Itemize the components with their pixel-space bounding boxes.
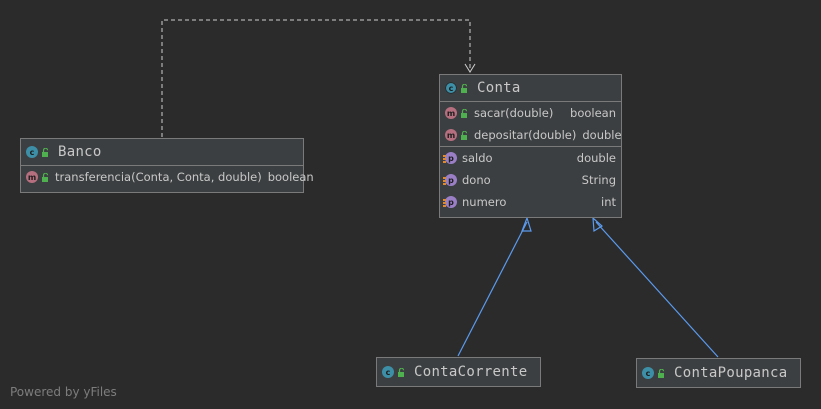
property-badge: p bbox=[445, 152, 457, 164]
property-name: saldo bbox=[462, 151, 493, 165]
edge-contacorrente-to-conta bbox=[457, 221, 528, 357]
class-header-conta: c Conta bbox=[440, 75, 621, 102]
yfiles-watermark: Powered by yFiles bbox=[10, 385, 117, 399]
method-row[interactable]: m sacar(double) boolean bbox=[440, 102, 621, 124]
field-marker-icon bbox=[443, 155, 446, 163]
property-type: String bbox=[581, 173, 616, 187]
method-return-type: double bbox=[582, 128, 622, 142]
class-name-contapoupanca: ContaPoupanca bbox=[674, 365, 788, 381]
method-icon: m bbox=[445, 107, 457, 119]
property-badge: p bbox=[445, 174, 457, 186]
property-icon: p bbox=[443, 152, 457, 164]
property-icon: p bbox=[443, 174, 457, 186]
class-name-conta: Conta bbox=[477, 80, 521, 96]
method-icon: m bbox=[445, 129, 457, 141]
property-row[interactable]: p saldo double bbox=[440, 147, 621, 169]
public-lock-icon bbox=[461, 130, 468, 140]
edge-contacorrente-to-conta-arrowhead bbox=[521, 216, 532, 232]
methods-section-conta: m sacar(double) boolean m depositar(doub… bbox=[440, 102, 622, 147]
class-node-contacorrente[interactable]: c ContaCorrente bbox=[376, 357, 541, 387]
field-marker-icon bbox=[443, 199, 446, 207]
class-header-contacorrente: c ContaCorrente bbox=[377, 358, 540, 386]
method-name: depositar(double) bbox=[474, 128, 577, 142]
edge-contapoupanca-to-conta bbox=[595, 221, 719, 358]
property-badge: p bbox=[445, 196, 457, 208]
method-name: transferencia(Conta, Conta, double) bbox=[55, 170, 262, 184]
class-icon: c bbox=[642, 367, 654, 379]
edge-banco-to-conta bbox=[161, 19, 471, 137]
property-name: numero bbox=[462, 195, 507, 209]
property-icon: p bbox=[443, 196, 457, 208]
diagram-canvas: c Banco m transferencia(Conta, Conta, do… bbox=[0, 0, 821, 409]
method-return-type: boolean bbox=[570, 106, 616, 120]
public-lock-icon bbox=[461, 108, 468, 118]
method-row[interactable]: m transferencia(Conta, Conta, double) bo… bbox=[21, 166, 314, 188]
public-lock-icon bbox=[398, 367, 405, 377]
class-node-conta[interactable]: c Conta m sacar(double) boolean m deposi… bbox=[439, 74, 622, 218]
public-lock-icon bbox=[461, 83, 468, 93]
methods-section-banco: m transferencia(Conta, Conta, double) bo… bbox=[21, 166, 314, 188]
edges-layer bbox=[161, 19, 719, 358]
class-name-banco: Banco bbox=[58, 144, 102, 160]
method-return-type: boolean bbox=[267, 170, 314, 184]
public-lock-icon bbox=[658, 368, 665, 378]
class-header-banco: c Banco bbox=[21, 139, 303, 166]
class-icon: c bbox=[26, 146, 38, 158]
public-lock-icon bbox=[42, 172, 49, 182]
public-lock-icon bbox=[42, 147, 49, 157]
property-type: double bbox=[576, 151, 616, 165]
properties-section-conta: p saldo double p dono String p numero in… bbox=[440, 147, 621, 213]
class-icon: c bbox=[382, 366, 394, 378]
property-row[interactable]: p dono String bbox=[440, 169, 621, 191]
class-node-contapoupanca[interactable]: c ContaPoupanca bbox=[636, 358, 801, 388]
field-marker-icon bbox=[443, 177, 446, 185]
property-name: dono bbox=[462, 173, 491, 187]
method-name: sacar(double) bbox=[474, 106, 554, 120]
method-row[interactable]: m depositar(double) double bbox=[440, 124, 622, 146]
property-row[interactable]: p numero int bbox=[440, 191, 621, 213]
method-icon: m bbox=[26, 171, 38, 183]
property-type: int bbox=[601, 195, 616, 209]
class-icon: c bbox=[445, 82, 457, 94]
class-name-contacorrente: ContaCorrente bbox=[414, 364, 528, 380]
class-header-contapoupanca: c ContaPoupanca bbox=[637, 359, 800, 387]
class-node-banco[interactable]: c Banco m transferencia(Conta, Conta, do… bbox=[20, 138, 314, 193]
